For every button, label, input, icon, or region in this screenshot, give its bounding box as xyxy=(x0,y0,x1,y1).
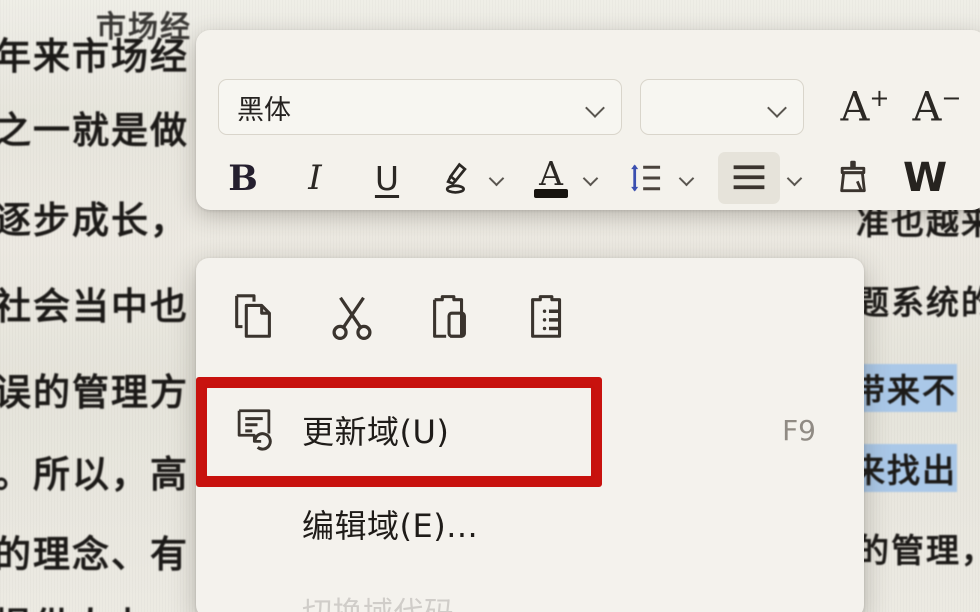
document-refresh-icon xyxy=(237,409,272,451)
clipboard-action-row xyxy=(196,280,864,354)
underline-button[interactable]: U xyxy=(362,152,412,204)
paste-list-icon xyxy=(531,295,562,338)
italic-icon: I xyxy=(308,158,322,198)
clear-formatting-button[interactable] xyxy=(828,152,878,204)
doc-left-line-8: 提供人力 xyxy=(0,596,150,612)
italic-button[interactable]: I xyxy=(290,152,340,204)
cut-button[interactable] xyxy=(324,288,380,346)
context-menu: 更新域(U) F9 编辑域(E)... 切换域代码 xyxy=(196,258,864,612)
font-shrink-icon: A− xyxy=(912,84,962,131)
doc-left-line-4: 社会当中也 xyxy=(0,285,189,328)
doc-left-line-3: 逐步成长， xyxy=(0,199,189,242)
increase-font-size-button[interactable]: A+ xyxy=(840,81,890,133)
bold-icon: B xyxy=(228,157,258,199)
doc-right-line-5: 的管理， xyxy=(856,531,980,570)
word-w-icon: W xyxy=(902,155,948,201)
doc-left-line-6: 。所以，高 xyxy=(0,453,189,496)
font-name-combobox[interactable]: 黑体 xyxy=(218,79,622,135)
underline-icon: U xyxy=(374,158,400,198)
font-color-button[interactable]: A xyxy=(526,152,576,204)
chevron-down-icon xyxy=(767,96,789,118)
doc-left-line-7: 的理念、有 xyxy=(0,533,189,576)
font-color-swatch xyxy=(534,189,568,198)
chevron-down-icon[interactable] xyxy=(787,170,804,187)
scissors-icon xyxy=(332,296,372,340)
menu-item-toggle-field-codes[interactable]: 切换域代码 xyxy=(196,590,864,612)
highlighter-pen-icon xyxy=(445,162,467,194)
copy-button[interactable] xyxy=(226,288,282,346)
menu-item-update-field-shortcut: F9 xyxy=(782,413,816,447)
chevron-down-icon[interactable] xyxy=(679,170,696,187)
menu-item-edit-field-label: 编辑域(E)... xyxy=(302,507,479,545)
font-size-combobox[interactable] xyxy=(640,79,804,135)
chevron-down-icon[interactable] xyxy=(489,170,506,187)
align-button[interactable] xyxy=(718,152,780,204)
highlight-color-button[interactable] xyxy=(432,152,482,204)
menu-item-update-field-label: 更新域(U) xyxy=(302,413,450,451)
doc-left-line-1: 年来市场经 xyxy=(0,35,189,78)
bold-button[interactable]: B xyxy=(218,152,268,204)
doc-right-line-4-highlighted: 来找出 xyxy=(852,444,957,492)
menu-item-toggle-field-codes-label: 切换域代码 xyxy=(302,588,455,612)
paste-button[interactable] xyxy=(422,288,478,346)
align-center-icon xyxy=(733,165,765,190)
font-grow-icon: A+ xyxy=(840,84,890,131)
doc-right-line-3-highlighted: 带来不 xyxy=(852,364,957,412)
copy-icon xyxy=(235,294,271,338)
floating-format-toolbar: 黑体 A+ A− B I U A W xyxy=(196,30,980,210)
broom-icon xyxy=(840,160,866,193)
font-name-value: 黑体 xyxy=(237,94,291,126)
line-spacing-icon xyxy=(631,164,661,192)
paste-icon xyxy=(433,295,466,338)
toolbar-row-font: 黑体 A+ A− xyxy=(196,76,980,138)
menu-item-edit-field[interactable]: 编辑域(E)... xyxy=(196,482,864,566)
doc-left-line-2: 之一就是做 xyxy=(0,109,189,152)
line-spacing-button[interactable] xyxy=(622,152,672,204)
update-field-icon xyxy=(228,407,280,453)
paste-special-button[interactable] xyxy=(520,288,576,346)
chevron-down-icon[interactable] xyxy=(583,170,600,187)
menu-item-update-field[interactable]: 更新域(U) F9 xyxy=(196,388,864,472)
doc-left-line-5: 误的管理方 xyxy=(0,371,189,414)
doc-right-line-2: 题系统的 xyxy=(856,283,980,322)
chevron-down-icon xyxy=(585,96,607,118)
decrease-font-size-button[interactable]: A− xyxy=(912,81,962,133)
font-color-A-icon: A xyxy=(539,153,563,193)
toolbar-row-formatting: B I U A W xyxy=(196,148,980,208)
word-app-button[interactable]: W xyxy=(900,152,950,204)
